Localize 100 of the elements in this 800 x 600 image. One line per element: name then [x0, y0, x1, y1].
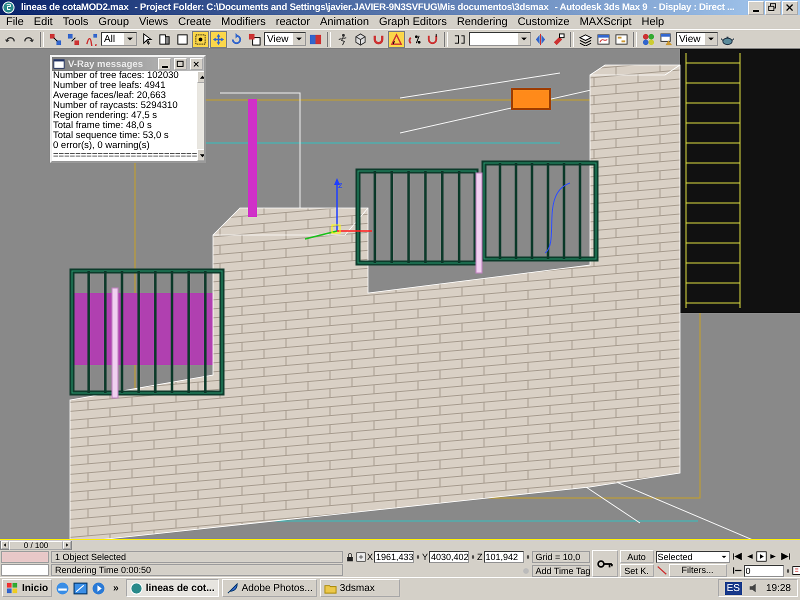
feather-icon [226, 582, 239, 594]
coordinate-field[interactable]: 101,942 [484, 550, 524, 562]
add-time-tag[interactable]: Add Time Tag [532, 564, 590, 576]
minimize-button[interactable] [158, 58, 171, 70]
toolbar-button[interactable] [192, 30, 209, 48]
go-to-start-icon [732, 551, 743, 562]
list-icon [158, 32, 171, 46]
menu-item[interactable]: Graph Editors [374, 16, 452, 28]
cube-icon [354, 32, 367, 46]
set-key-mode-button[interactable]: Set K. [620, 564, 654, 577]
log-line: Number of tree faces: 102030 [53, 71, 180, 81]
script-field[interactable] [1, 564, 49, 576]
menu-item[interactable]: Edit [28, 16, 58, 28]
menu-item[interactable]: Group [93, 16, 134, 28]
go-to-start-button[interactable] [732, 551, 743, 562]
window-title: - Display : Direct ... [653, 2, 734, 13]
link-icon [49, 32, 62, 46]
dropdown[interactable]: All [101, 32, 137, 46]
menu-item[interactable]: Rendering [452, 16, 513, 28]
close-button[interactable] [190, 58, 203, 70]
rectangle-icon [176, 32, 189, 46]
start-button[interactable]: Inicio [2, 579, 52, 597]
light-fixture [511, 88, 551, 110]
key-tangent-icon [656, 564, 668, 576]
window-title: - Project Folder: C:\Documents and Settings\javier.JAVIER-9N3SVFUG\Mis documentos\3dsmax [134, 2, 549, 13]
menu-item[interactable]: Customize [512, 16, 575, 28]
menu-item[interactable]: MAXScript [574, 16, 637, 28]
window-icon [53, 58, 65, 70]
pivot-icon [309, 32, 322, 46]
close-icon [784, 2, 796, 14]
taskbar-button[interactable]: 3dsmax [320, 579, 400, 597]
window-title: lineas de cotaMOD2.max [21, 2, 129, 13]
log-line: Region rendering: 47,5 s [53, 111, 158, 121]
log-line: ========================== [53, 151, 198, 161]
right-arrow-icon [64, 542, 70, 548]
status-info: Rendering Time 0:00:50 [51, 564, 343, 576]
unlink-icon [67, 32, 80, 46]
auto-key-button[interactable]: Auto [620, 550, 654, 563]
menu-item[interactable]: Animation [315, 16, 374, 28]
menu-item[interactable]: Help [636, 16, 670, 28]
dotted-square-icon [194, 32, 207, 46]
filters-button[interactable]: Filters... [668, 564, 727, 576]
menu-item[interactable]: Tools [58, 16, 94, 28]
slider-left-button[interactable] [1, 541, 9, 549]
play-icon [756, 551, 767, 562]
axis-gizmo [304, 178, 372, 240]
axis-label: Y [422, 552, 428, 562]
percent-icon [408, 32, 421, 46]
material-spheres-icon [642, 32, 655, 46]
maximize-button[interactable] [174, 58, 187, 70]
rotate-icon [230, 32, 243, 46]
go-to-end-button[interactable] [780, 551, 791, 562]
dropdown[interactable]: View [264, 32, 306, 46]
quick-launch-button[interactable] [73, 580, 88, 596]
scale-icon [248, 32, 261, 46]
axis-label: z [338, 180, 342, 190]
minimize-icon [753, 10, 759, 12]
windows-flag-icon [6, 582, 19, 594]
dropdown[interactable] [469, 32, 531, 46]
axis-label: Z [477, 552, 483, 562]
menu-item[interactable]: File [1, 16, 29, 28]
more-button[interactable]: » [109, 582, 123, 594]
menu-item[interactable]: reactor [270, 16, 316, 28]
play-button[interactable] [756, 551, 767, 562]
grid-readout: Grid = 10,0 [532, 550, 590, 562]
lock-icon [345, 552, 355, 562]
key-mode-icon [732, 565, 743, 576]
curve-editor-icon [597, 32, 610, 46]
restore-button[interactable] [765, 0, 781, 14]
window-title: V-Ray messages [68, 58, 143, 70]
figure-icon [336, 32, 349, 46]
minimize-button[interactable] [748, 0, 764, 14]
language-indicator[interactable]: ES [724, 582, 742, 594]
media-player-icon [91, 580, 106, 596]
taskbar-button[interactable]: Adobe Photos... [222, 579, 317, 597]
time-slider-thumb[interactable]: 0 / 100 [9, 540, 63, 550]
key-mode-button[interactable] [732, 565, 743, 576]
desktop-icon [73, 580, 88, 596]
go-to-end-icon [780, 551, 791, 562]
align-icon [552, 32, 565, 46]
frame-field[interactable]: 0 [744, 564, 784, 576]
coordinate-field[interactable]: 4030,402 [429, 550, 470, 562]
menu-item[interactable]: Create [173, 16, 216, 28]
close-button[interactable] [782, 0, 798, 14]
axis-label: X [367, 552, 374, 562]
key-filter-dropdown[interactable]: Selected [656, 550, 730, 562]
app-logo-icon [2, 1, 15, 14]
set-key-button[interactable] [592, 550, 618, 577]
dropdown[interactable]: View [676, 32, 718, 46]
coordinate-field[interactable]: 1961,433 [374, 550, 414, 562]
layers-icon [579, 32, 592, 46]
menu-item[interactable]: Modifiers [216, 16, 271, 28]
menu-item[interactable]: Views [134, 16, 174, 28]
left-arrow-icon [2, 542, 8, 548]
move-arrows-icon [212, 32, 225, 46]
color-swatch[interactable] [1, 551, 49, 563]
slider-right-button[interactable] [63, 541, 71, 549]
taskbar-button[interactable]: lineas de cot... [126, 579, 219, 597]
toolbar-button[interactable] [658, 30, 675, 48]
clock: 19:28 [766, 582, 791, 594]
